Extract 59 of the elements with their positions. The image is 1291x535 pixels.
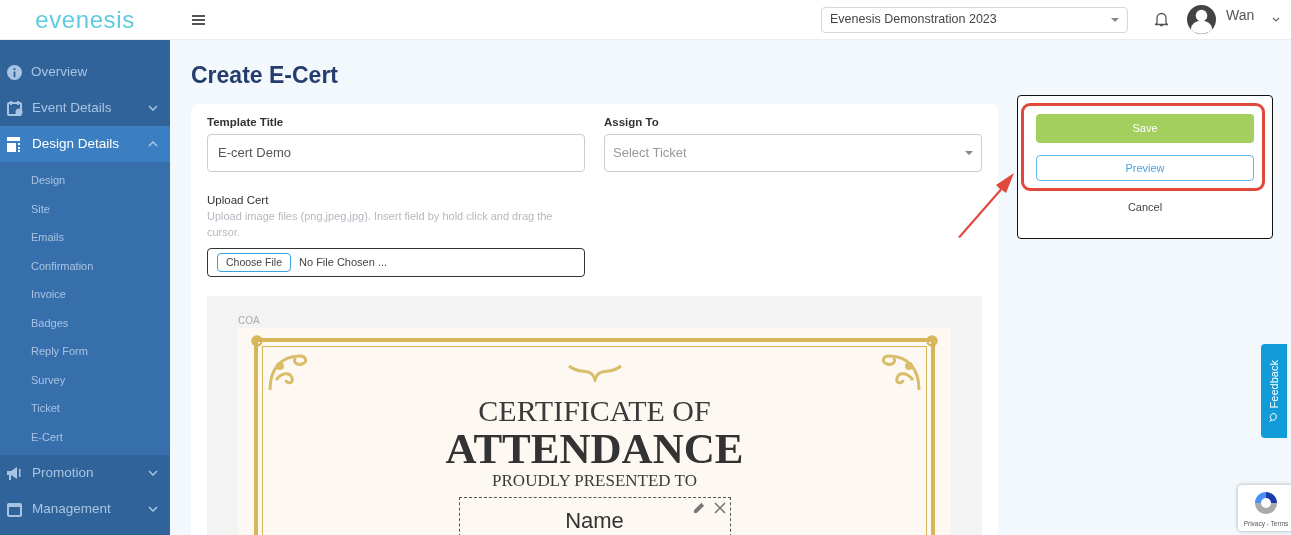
submenu-item[interactable]: Ticket	[0, 394, 170, 423]
sidebar-item[interactable]: Event Details	[0, 90, 170, 126]
pencil-icon[interactable]	[692, 501, 706, 514]
bell-icon[interactable]	[1155, 12, 1168, 27]
file-name: No File Chosen ...	[299, 255, 388, 271]
caret-icon	[965, 151, 973, 155]
menu-icon[interactable]	[192, 14, 205, 25]
submenu-item[interactable]: Survey	[0, 365, 170, 394]
select-field[interactable]: Select Ticket	[604, 134, 982, 172]
info-icon	[7, 64, 22, 80]
submenu-item[interactable]: Badges	[0, 308, 170, 337]
megaphone-icon	[7, 465, 23, 481]
submenu-item[interactable]: E-Cert	[0, 422, 170, 451]
recaptcha-icon	[1252, 489, 1280, 517]
save-button[interactable]: Save	[1036, 114, 1254, 143]
hint-text: Upload image files (png,jpeg,jpg). Insert field by hold click and drag the cursor.	[207, 209, 554, 240]
chevron-icon[interactable]	[1272, 17, 1281, 22]
file-field[interactable]: Choose File No File Chosen ...	[207, 248, 585, 277]
input-field[interactable]: E-cert Demo	[207, 134, 585, 172]
preview-button[interactable]: Preview	[1036, 155, 1254, 181]
certificate-subtitle: PROUDLY PRESENTED TO	[492, 471, 697, 491]
certificate-heading: CERTIFICATE OF	[478, 395, 711, 427]
choose-file-button[interactable]: Choose File	[217, 253, 292, 272]
certificate-title: ATTENDANCE	[445, 427, 744, 471]
submenu-item[interactable]: Reply Form	[0, 337, 170, 366]
name-placeholder[interactable]: Name	[458, 497, 731, 535]
submenu-item[interactable]: Emails	[0, 223, 170, 252]
cancel-button[interactable]: Cancel	[1127, 199, 1163, 216]
annotation-arrow	[956, 171, 1016, 239]
submenu-item[interactable]: Design	[0, 166, 170, 195]
chevron-icon	[148, 141, 158, 147]
submenu-item[interactable]: Invoice	[0, 280, 170, 309]
field-label: Upload Cert	[207, 193, 270, 208]
template-label: COA	[238, 314, 261, 328]
chevron-icon	[148, 105, 158, 111]
calendar-icon	[7, 501, 23, 517]
user-name[interactable]: Wan	[1226, 5, 1255, 26]
caret-icon	[1111, 17, 1119, 22]
field-label: Template Title	[207, 115, 285, 130]
layout-icon	[7, 136, 23, 152]
chevron-icon	[148, 506, 158, 512]
event-select[interactable]: Evenesis Demonstration 2023	[821, 6, 1128, 33]
submenu-item[interactable]: Site	[0, 194, 170, 223]
avatar-icon[interactable]	[1187, 5, 1216, 34]
feedback-tab[interactable]: Feedback	[1261, 344, 1287, 438]
sidebar-item[interactable]: Promotion	[0, 455, 170, 491]
chat-icon	[1269, 412, 1279, 423]
sidebar-item[interactable]: Management	[0, 491, 170, 527]
close-icon[interactable]	[713, 502, 726, 514]
page-title: Create E-Cert	[191, 61, 339, 90]
calendar-icon	[7, 100, 23, 116]
sidebar-item[interactable]: Overview	[0, 54, 170, 90]
submenu-item[interactable]: Confirmation	[0, 251, 170, 280]
name-text: Name	[565, 508, 624, 535]
sidebar-item[interactable]: Design Details	[0, 126, 170, 162]
logo: evenesis	[35, 7, 135, 32]
chevron-icon	[148, 470, 158, 476]
ornament-icon	[566, 362, 623, 382]
field-label: Assign To	[604, 115, 660, 130]
